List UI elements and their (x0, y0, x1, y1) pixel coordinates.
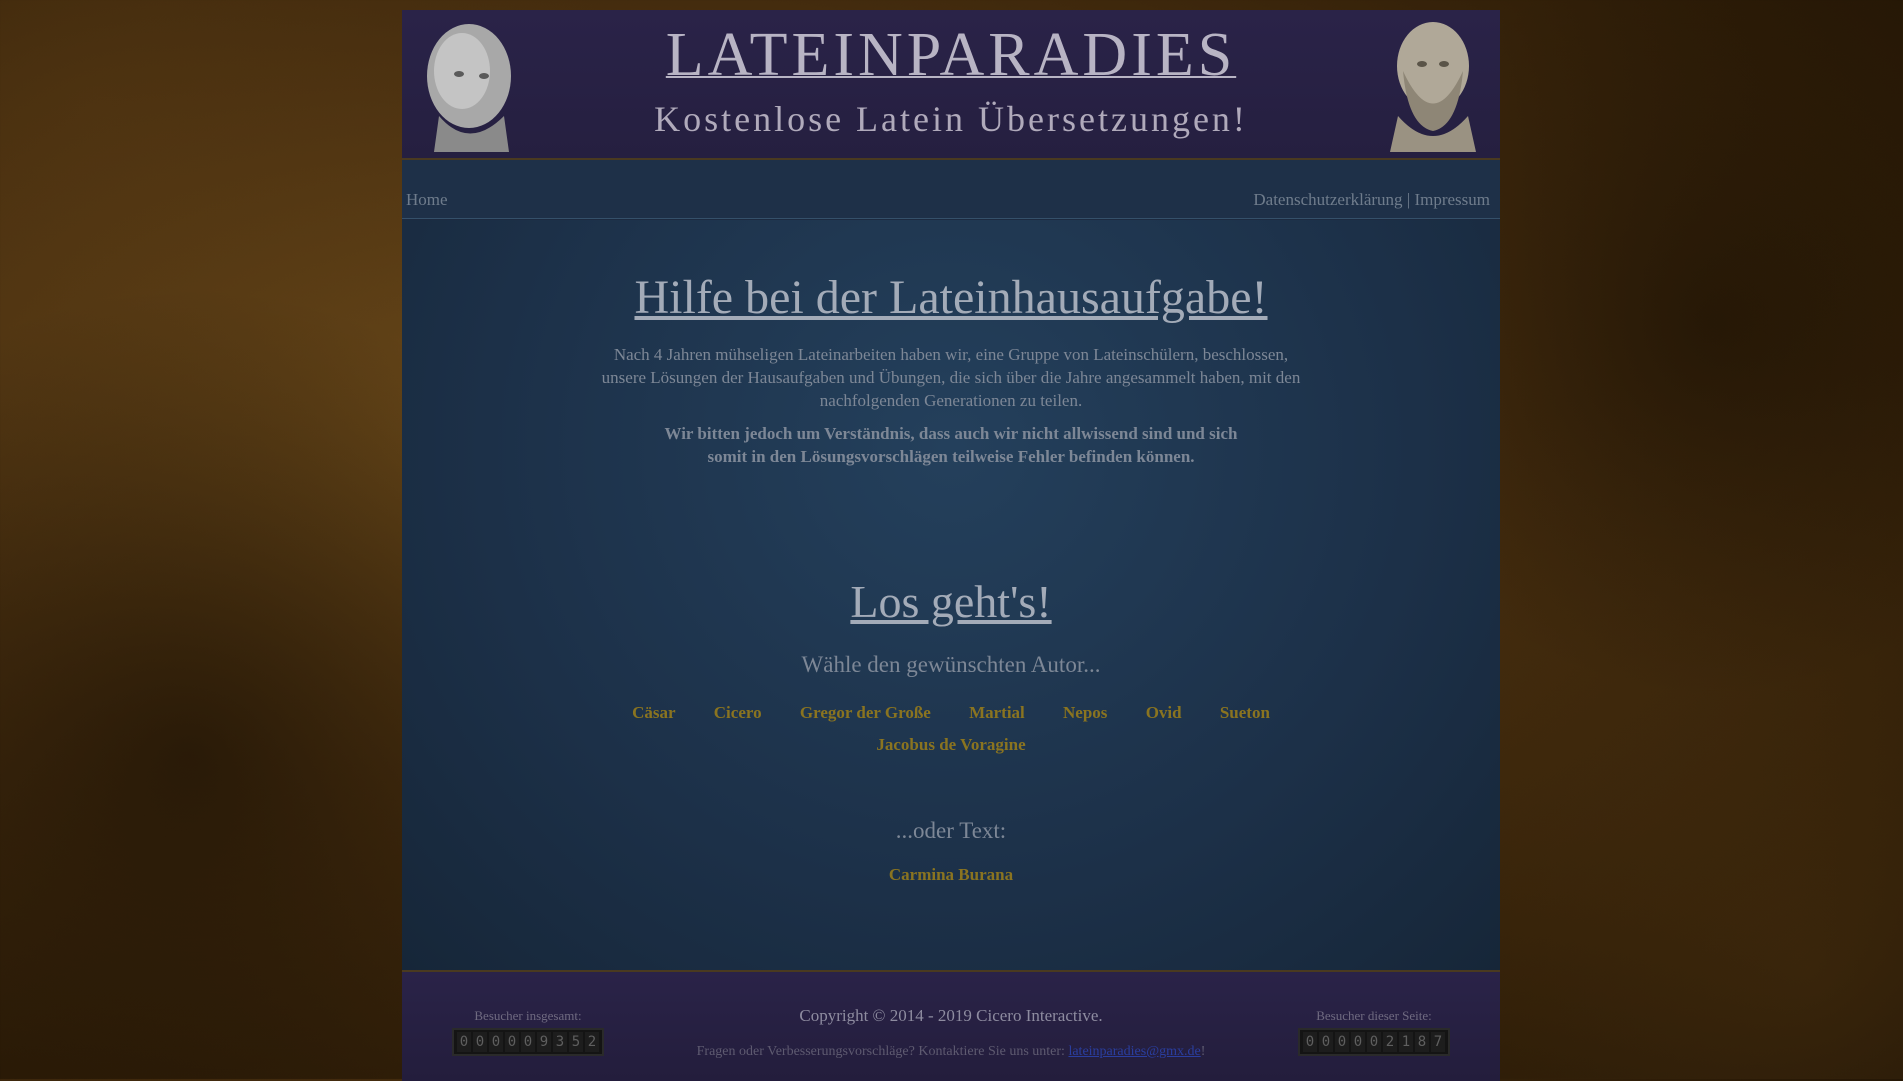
author-link-jacobus[interactable]: Jacobus de Voragine (876, 735, 1025, 754)
author-link-sueton[interactable]: Sueton (1220, 703, 1270, 722)
page-heading: Hilfe bei der Lateinhausaufgabe! (634, 271, 1268, 324)
author-links: Cäsar Cicero Gregor der Große Martial Ne… (602, 697, 1300, 761)
choose-author-text: Wähle den gewünschten Autor... (801, 652, 1101, 677)
nav-right-links: Datenschutzerklärung | Impressum (1253, 190, 1490, 210)
counter-digit: 0 (1367, 1032, 1381, 1052)
site-subtitle: Kostenlose Latein Übersetzungen! (654, 99, 1248, 139)
counter-digit: 7 (1431, 1032, 1445, 1052)
text-links: Carmina Burana (402, 865, 1500, 885)
contact-text: Fragen oder Verbesserungsvorschläge? Kon… (696, 1044, 1065, 1059)
site-header: LATEINPARADIES Kostenlose Latein Überset… (402, 10, 1500, 160)
author-link-martial[interactable]: Martial (969, 703, 1025, 722)
top-navbar: Home Datenschutzerklärung | Impressum (402, 160, 1500, 219)
author-link-caesar[interactable]: Cäsar (632, 703, 675, 722)
counter-digit: 8 (1415, 1032, 1429, 1052)
visitor-counter-page-label: Besucher dieser Seite: (1316, 1008, 1432, 1023)
intro-paragraph: Nach 4 Jahren mühseligen Lateinarbeiten … (601, 345, 1301, 410)
nav-privacy-link[interactable]: Datenschutzerklärung (1253, 190, 1402, 209)
or-text-label: ...oder Text: (895, 818, 1007, 843)
nav-imprint-link[interactable]: Impressum (1414, 190, 1490, 209)
nav-separator: | (1406, 190, 1411, 209)
counter-digit: 1 (1399, 1032, 1413, 1052)
main-content: Hilfe bei der Lateinhausaufgabe! Nach 4 … (402, 220, 1500, 980)
counter-digit: 2 (1383, 1032, 1397, 1052)
visitor-counter-page: Besucher dieser Seite: 0 0 0 0 0 2 1 8 7 (1298, 1008, 1450, 1056)
contact-end: ! (1200, 1044, 1206, 1059)
author-link-gregor[interactable]: Gregor der Große (800, 703, 931, 722)
philosopher-bust-image (1390, 22, 1476, 152)
counter-digit: 0 (1303, 1032, 1317, 1052)
author-link-cicero[interactable]: Cicero (714, 703, 762, 722)
counter-digit: 0 (1319, 1032, 1333, 1052)
site-footer: Besucher insgesamt: 0 0 0 0 0 9 3 5 2 Co… (402, 970, 1500, 1081)
counter-digit: 0 (1351, 1032, 1365, 1052)
counter-digit: 0 (1335, 1032, 1349, 1052)
page-container: LATEINPARADIES Kostenlose Latein Überset… (402, 10, 1500, 1081)
author-link-ovid[interactable]: Ovid (1146, 703, 1182, 722)
text-link-carmina-burana[interactable]: Carmina Burana (889, 865, 1013, 884)
site-title: LATEINPARADIES (665, 21, 1237, 89)
visitor-counter-page-digits: 0 0 0 0 0 2 1 8 7 (1298, 1028, 1450, 1056)
start-heading: Los geht's! (850, 576, 1052, 627)
author-link-nepos[interactable]: Nepos (1063, 703, 1107, 722)
nav-home-link[interactable]: Home (406, 190, 448, 210)
disclaimer-paragraph: Wir bitten jedoch um Verständnis, dass a… (664, 424, 1238, 466)
contact-email-link[interactable]: lateinparadies@gmx.de (1068, 1044, 1200, 1059)
